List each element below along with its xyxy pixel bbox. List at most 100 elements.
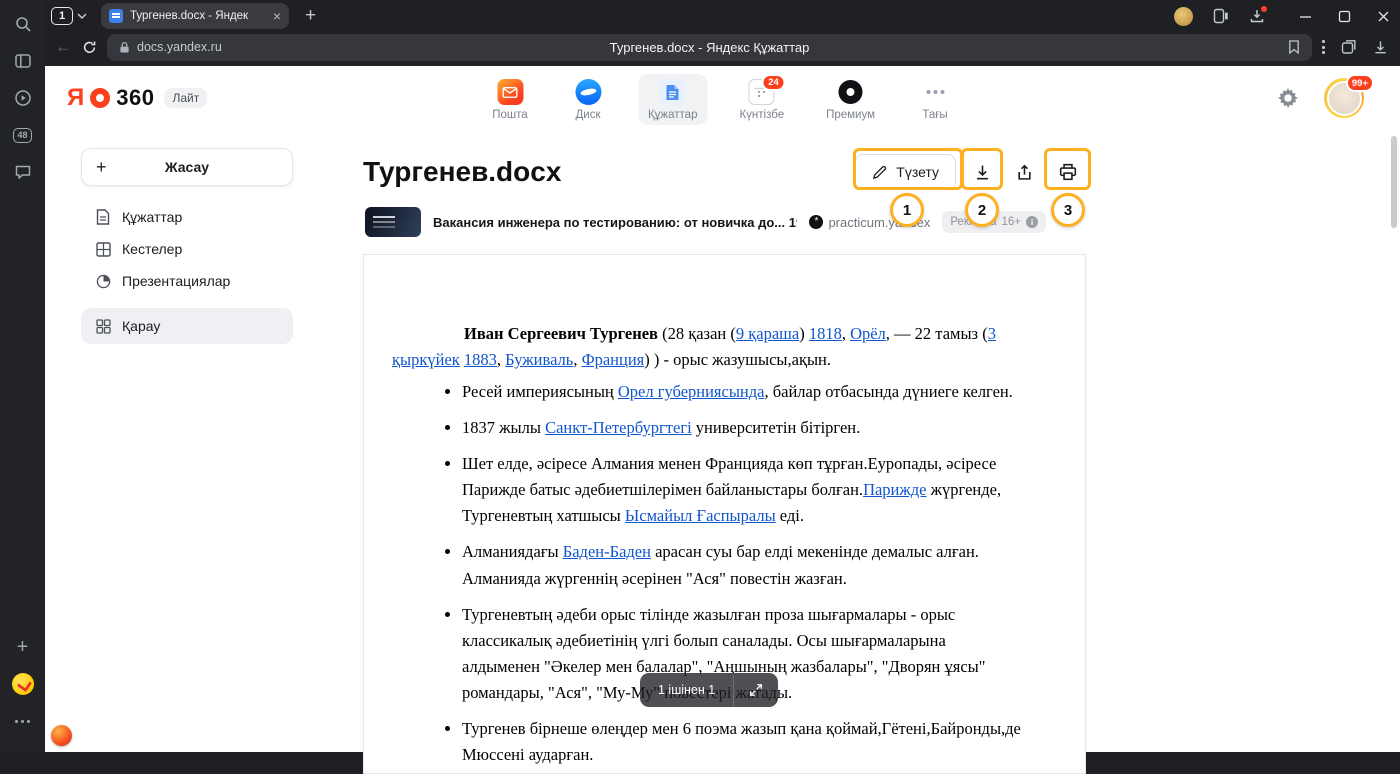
download-icon[interactable] [1373,40,1388,55]
doc-bullet-list: Ресей империясының Орел губерниясында, б… [436,379,1021,768]
search-icon[interactable] [9,10,37,38]
doc-text-run: , [842,324,850,343]
table-icon [95,241,111,257]
yandex-app-icon[interactable] [9,670,37,698]
app-nav: Пошта Диск Құжаттар 24 Күнтізбе [482,74,963,125]
nav-item-more[interactable]: Тағы [907,74,963,125]
sidebar-item-view[interactable]: Қарау [81,308,293,344]
ad-title: Вакансия инженера по тестированию: от но… [433,215,797,230]
more-menu-icon[interactable] [1322,40,1325,54]
ad-thumbnail [365,207,421,237]
doc-text-run: , [497,350,505,369]
doc-link[interactable]: Орёл [850,324,886,343]
collections-icon[interactable] [1341,39,1357,55]
chevron-down-icon [77,13,87,19]
ad-banner[interactable]: Вакансия инженера по тестированию: от но… [363,206,1086,238]
doc-link[interactable]: Санкт-Петербургтегі [545,418,692,437]
more-apps-icon [922,79,948,105]
advertiser-logo-icon: * [809,215,823,229]
bookmark-icon[interactable] [1288,40,1300,54]
back-icon[interactable]: ← [55,37,72,57]
logo-360-text: 360 [116,85,154,111]
doc-link[interactable]: 1883 [464,350,497,369]
tab-group-button[interactable]: 1 [51,7,87,25]
tab-close-icon[interactable]: × [273,9,281,23]
tabbar-avatar[interactable] [1174,7,1193,26]
doc-link[interactable]: Франция [582,350,645,369]
page-title: Тургенев.docx - Яндекс Құжаттар [610,40,810,55]
doc-text-run: 1837 жылы [462,418,545,437]
presentation-icon [95,273,111,289]
doc-bullet-item: Алманиядағы Баден-Баден арасан суы бар е… [462,539,1021,591]
nav-item-premium[interactable]: Премиум [816,74,885,125]
profile-avatar[interactable]: 99+ [1324,78,1364,118]
window-minimize-button[interactable] [1299,10,1312,23]
doc-bold-text: Иван Сергеевич Тургенев [464,324,658,343]
yandex-360-logo[interactable]: Я 360 Лайт [67,84,207,112]
download-file-button[interactable] [966,154,998,190]
logo-ya-letter: Я [67,84,84,112]
calendar-icon: 24 [749,79,775,105]
window-close-button[interactable] [1377,10,1390,23]
document-toolbar: Түзету [855,154,1086,190]
new-tab-button[interactable]: + [305,5,316,27]
edit-button-label: Түзету [896,164,939,180]
downloads-tray-icon[interactable] [1249,8,1265,24]
mail-icon [497,79,523,105]
docs-favicon-icon [109,9,123,23]
document-view: Тургенев.docx Түзету [363,130,1086,752]
doc-text-run: , [573,350,581,369]
tab-panels-icon[interactable] [1213,8,1229,24]
share-button[interactable] [1008,154,1040,190]
doc-link[interactable]: 9 қараша [736,324,799,343]
info-icon: i [1026,216,1038,228]
fullscreen-expand-icon[interactable] [734,673,778,707]
tab-group-count: 1 [51,7,73,25]
grid-view-icon [95,318,111,334]
settings-gear-icon[interactable] [1278,88,1298,108]
print-button[interactable] [1050,154,1086,190]
window-maximize-button[interactable] [1338,10,1351,23]
lock-icon [119,41,130,54]
edit-button[interactable]: Түзету [855,154,956,190]
doc-link[interactable]: Ысмайыл Ғаспыралы [625,506,776,525]
browser-tab[interactable]: Тургенев.docx - Яндек × [101,3,289,29]
side-panel-icon[interactable] [9,47,37,75]
doc-bullet-item: Шет елде, әсіресе Алмания менен Францияд… [462,451,1021,529]
rail-badge-icon[interactable]: 48 [9,121,37,149]
rail-more-icon[interactable] [9,707,37,735]
doc-bullet-item: Ресей империясының Орел губерниясында, б… [462,379,1021,405]
tab-bar: 1 Тургенев.docx - Яндек × + [45,0,1400,32]
rail-add-icon[interactable]: + [9,633,37,661]
doc-link[interactable]: Орел губерниясында [618,382,765,401]
address-bar[interactable]: docs.yandex.ru Тургенев.docx - Яндекс Құ… [107,34,1312,61]
doc-text-run: Ресей империясының [462,382,618,401]
logo-circle-icon [90,88,110,108]
video-play-icon[interactable] [9,84,37,112]
nav-item-calendar[interactable]: 24 Күнтізбе [729,74,794,125]
page-indicator-label: 1 ішінен 1 [640,673,734,707]
page-indicator: 1 ішінен 1 [640,673,778,707]
doc-text-run: ) ) - орыс жазушысы,ақын. [644,350,831,369]
browser-chrome: 1 Тургенев.docx - Яндек × + ← [45,0,1400,66]
nav-item-mail[interactable]: Пошта [482,74,538,125]
doc-text-run: Тургенев бірнеше өлеңдер мен 6 поэма жаз… [462,719,1021,764]
sidebar-item-tables[interactable]: Кестелер [81,234,293,264]
doc-text-run: университетін бітірген. [692,418,861,437]
sidebar-item-documents[interactable]: Құжаттар [81,202,293,232]
chat-icon[interactable] [9,158,37,186]
doc-link[interactable]: Баден-Баден [563,542,651,561]
browser-promo-icon[interactable] [51,725,72,746]
doc-bullet-item: 1837 жылы Санкт-Петербургтегі университе… [462,415,1021,441]
doc-link[interactable]: Буживаль [505,350,573,369]
doc-link[interactable]: Парижде [863,480,926,499]
nav-item-docs[interactable]: Құжаттар [638,74,707,125]
scrollbar-thumb[interactable] [1391,136,1397,228]
docs-sidebar: + Жасау Құжаттар Кестелер [45,130,363,752]
doc-link[interactable]: 1818 [809,324,842,343]
create-button[interactable]: + Жасау [81,148,293,186]
plus-icon: + [96,157,107,178]
refresh-icon[interactable] [82,40,97,55]
nav-item-disk[interactable]: Диск [560,74,616,125]
sidebar-item-presentations[interactable]: Презентациялар [81,266,293,296]
